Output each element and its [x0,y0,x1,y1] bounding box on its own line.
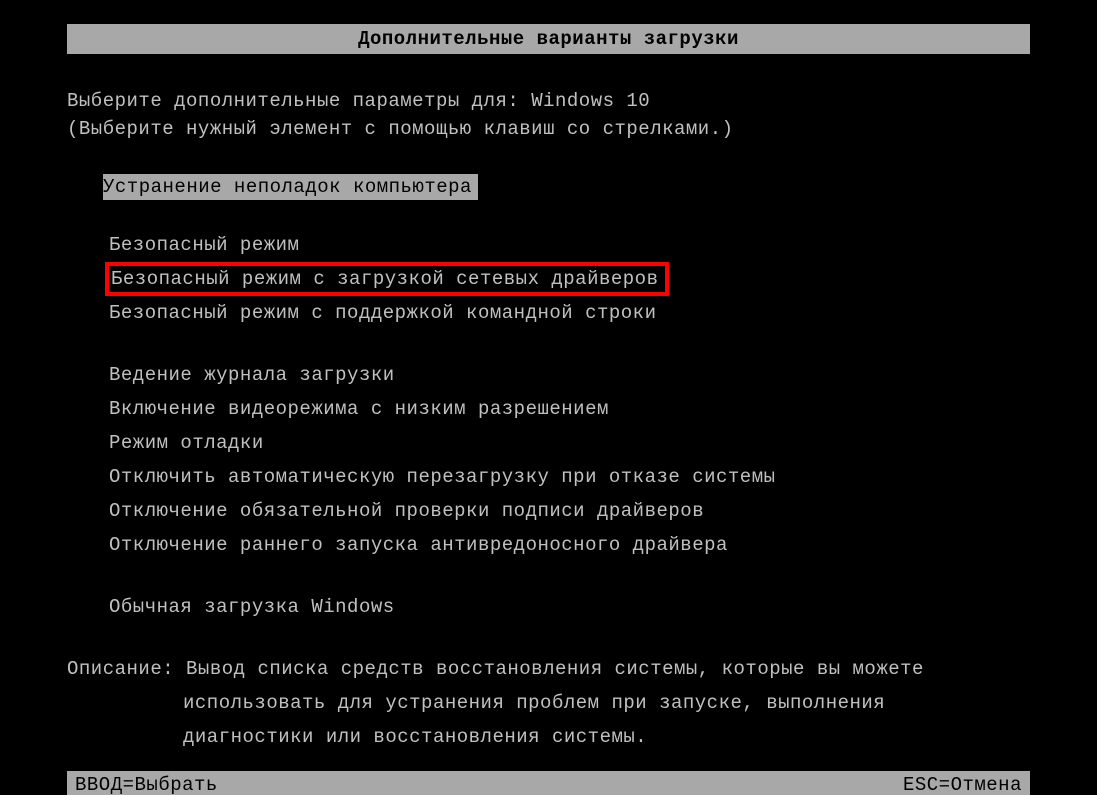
prompt-os: Windows 10 [531,90,650,112]
menu-item-disable-auto-restart[interactable]: Отключить автоматическую перезагрузку пр… [109,460,1030,494]
menu-item-disable-antimalware[interactable]: Отключение раннего запуска антивредоносн… [109,528,1030,562]
title-text: Дополнительные варианты загрузки [358,28,739,50]
footer-enter: ВВОД=Выбрать [75,774,218,795]
menu-item-safe-mode-networking: Безопасный режим с загрузкой сетевых дра… [105,262,669,296]
menu-group-safe-mode: Безопасный режим Безопасный режим с загр… [67,228,1030,330]
footer-bar: ВВОД=Выбрать ESC=Отмена [67,771,1030,795]
prompt-line: Выберите дополнительные параметры для: W… [67,90,1030,112]
menu-item-safe-mode-networking-wrapper[interactable]: Безопасный режим с загрузкой сетевых дра… [67,262,1030,296]
menu-item-low-res-video[interactable]: Включение видеорежима с низким разрешени… [109,392,1030,426]
description-block: Описание: Вывод списка средств восстанов… [67,652,1030,754]
title-bar: Дополнительные варианты загрузки [67,24,1030,54]
menu-item-safe-mode-command[interactable]: Безопасный режим с поддержкой командной … [109,296,1030,330]
menu-item-disable-driver-signature[interactable]: Отключение обязательной проверки подписи… [109,494,1030,528]
hint-text: (Выберите нужный элемент с помощью клави… [67,118,734,140]
hint-line: (Выберите нужный элемент с помощью клави… [67,118,1030,140]
menu-group-normal: Обычная загрузка Windows [67,590,1030,624]
selected-option-wrapper[interactable]: Устранение неполадок компьютера [67,140,1030,200]
menu-group-advanced: Ведение журнала загрузки Включение видео… [67,358,1030,562]
description-label: Описание: [67,658,186,680]
selected-option: Устранение неполадок компьютера [103,174,478,200]
description-line-2: использовать для устранения проблем при … [183,692,885,714]
prompt-label: Выберите дополнительные параметры для: [67,90,531,112]
description-line-3: диагностики или восстановления системы. [183,726,647,748]
menu-item-safe-mode[interactable]: Безопасный режим [109,228,1030,262]
menu-item-debug-mode[interactable]: Режим отладки [109,426,1030,460]
footer-esc: ESC=Отмена [903,774,1022,795]
menu-item-start-normally[interactable]: Обычная загрузка Windows [109,590,1030,624]
description-line-1: Вывод списка средств восстановления сист… [186,658,924,680]
menu-item-boot-log[interactable]: Ведение журнала загрузки [109,358,1030,392]
